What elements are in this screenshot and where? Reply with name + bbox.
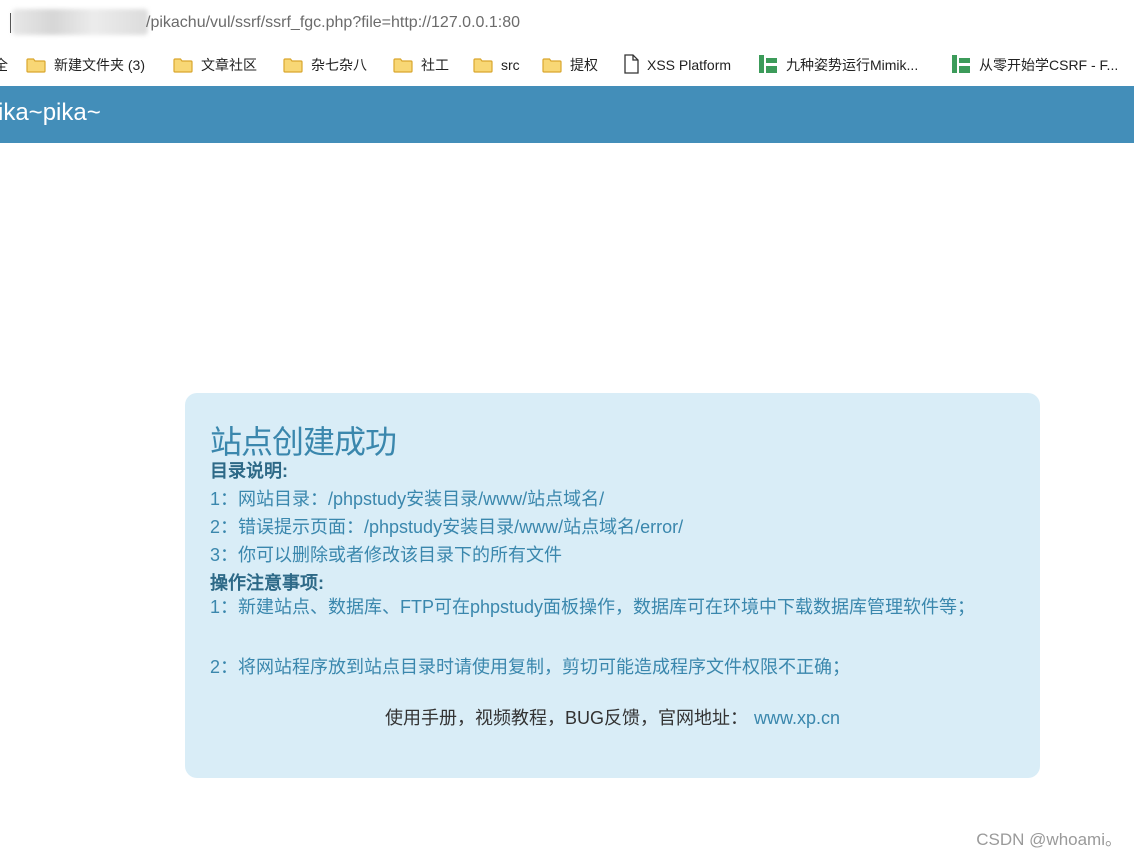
- bookmark-label: 杂七杂八: [311, 57, 367, 73]
- page-banner: ika~pika~: [0, 86, 1134, 143]
- bookmark-folder-misc[interactable]: 杂七杂八: [283, 54, 367, 76]
- folder-icon: [542, 57, 562, 73]
- banner-title[interactable]: ika~pika~: [0, 99, 101, 127]
- dir-item: 1：网站目录：/phpstudy安装目录/www/站点域名/: [210, 489, 605, 509]
- folder-icon: [473, 57, 493, 73]
- folder-icon: [26, 57, 46, 73]
- bookmark-label: 社工: [421, 57, 449, 73]
- folder-icon: [173, 57, 193, 73]
- bookmark-folder-src[interactable]: src: [473, 54, 520, 76]
- dir-item: 3：你可以删除或者修改该目录下的所有文件: [210, 545, 563, 565]
- footer-text: 使用手册，视频教程，BUG反馈，官网地址：: [384, 708, 748, 728]
- folder-icon: [283, 57, 303, 73]
- bookmark-label: 从零开始学CSRF - F...: [979, 57, 1119, 73]
- csdn-watermark: CSDN @whoami。: [976, 830, 1122, 849]
- bookmark-label: 提权: [570, 57, 598, 73]
- card-footer: 使用手册，视频教程，BUG反馈，官网地址： www.xp.cn: [185, 704, 1040, 730]
- text-cursor: [10, 13, 11, 33]
- bookmark-mimikatz[interactable]: 九种姿势运行Mimik...: [758, 54, 918, 76]
- dir-heading: 目录说明:: [210, 461, 288, 481]
- bookmark-xss-platform[interactable]: XSS Platform: [623, 53, 732, 77]
- green-site-icon: [951, 54, 971, 77]
- site-created-card: 站点创建成功 目录说明: 1：网站目录：/phpstudy安装目录/www/站点…: [185, 393, 1040, 778]
- url-text[interactable]: /pikachu/vul/ssrf/ssrf_fgc.php?file=http…: [146, 14, 520, 32]
- address-bar: /pikachu/vul/ssrf/ssrf_fgc.php?file=http…: [0, 0, 1134, 42]
- dir-item: 2：错误提示页面：/phpstudy安装目录/www/站点域名/error/: [210, 517, 684, 537]
- ops-item: 1：新建站点、数据库、FTP可在phpstudy面板操作，数据库可在环境中下载数…: [210, 597, 976, 617]
- folder-icon: [393, 57, 413, 73]
- bookmark-folder-privesc[interactable]: 提权: [542, 54, 598, 76]
- url-field[interactable]: /pikachu/vul/ssrf/ssrf_fgc.php?file=http…: [0, 3, 1134, 39]
- page-icon: [623, 53, 639, 77]
- bookmarks-bar: 全 新建文件夹 (3) 文章社区 杂七杂八 社工 src 提权 XSS Plat…: [0, 42, 1134, 86]
- official-site-link[interactable]: www.xp.cn: [754, 708, 840, 728]
- ops-item: 2：将网站程序放到站点目录时请使用复制，剪切可能造成程序文件权限不正确；: [210, 657, 851, 677]
- bookmark-csrf[interactable]: 从零开始学CSRF - F...: [951, 54, 1118, 76]
- bookmark-label: XSS Platform: [647, 57, 732, 73]
- bookmark-label: 全: [0, 57, 8, 73]
- bookmark-label: 文章社区: [201, 57, 257, 73]
- redacted-host: [12, 9, 148, 35]
- bookmark-folder-articles[interactable]: 文章社区: [173, 54, 257, 76]
- bookmark-label: src: [501, 57, 520, 73]
- bookmark-label: 新建文件夹 (3): [54, 57, 145, 73]
- bookmark-folder-social[interactable]: 社工: [393, 54, 449, 76]
- green-site-icon: [758, 54, 778, 77]
- bookmark-folder-new[interactable]: 新建文件夹 (3): [26, 54, 145, 76]
- ops-heading: 操作注意事项:: [210, 573, 324, 593]
- bookmark-partial[interactable]: 全: [0, 54, 8, 76]
- bookmark-label: 九种姿势运行Mimik...: [786, 57, 919, 73]
